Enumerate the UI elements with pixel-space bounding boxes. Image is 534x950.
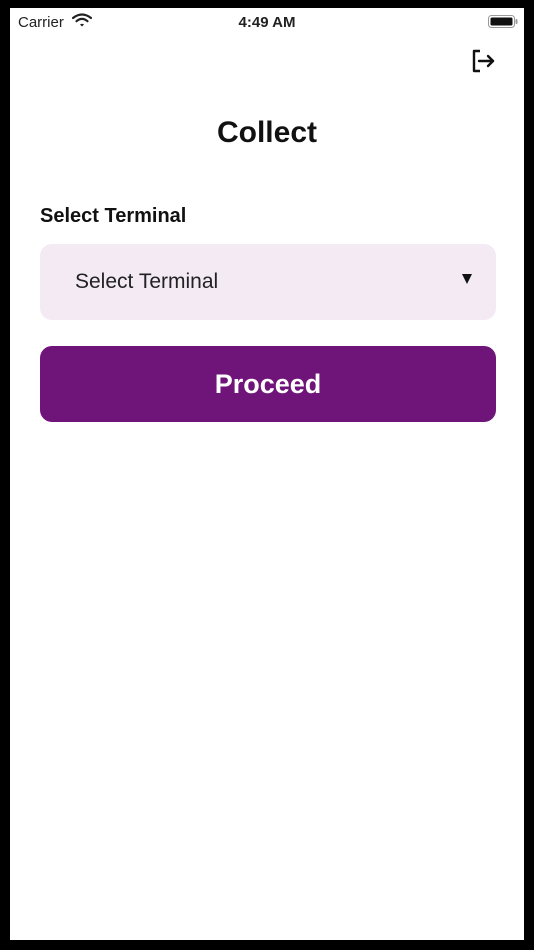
page-title: Collect [216, 116, 318, 149]
logout-icon [470, 48, 496, 79]
status-bar: Carrier 4:49 AM [10, 8, 524, 36]
logout-button[interactable] [468, 48, 498, 78]
proceed-button[interactable]: Proceed [40, 346, 496, 422]
app-screen: Carrier 4:49 AM Collect Select Terminal … [10, 8, 524, 940]
terminal-select-value: Select Terminal [75, 270, 219, 293]
caret-down-icon [462, 274, 472, 284]
terminal-select[interactable]: Select Terminal [40, 244, 496, 320]
terminal-label: Select Terminal [40, 205, 187, 227]
proceed-button-label: Proceed [214, 368, 322, 399]
battery-icon [488, 15, 518, 28]
status-time: 4:49 AM [238, 14, 296, 31]
